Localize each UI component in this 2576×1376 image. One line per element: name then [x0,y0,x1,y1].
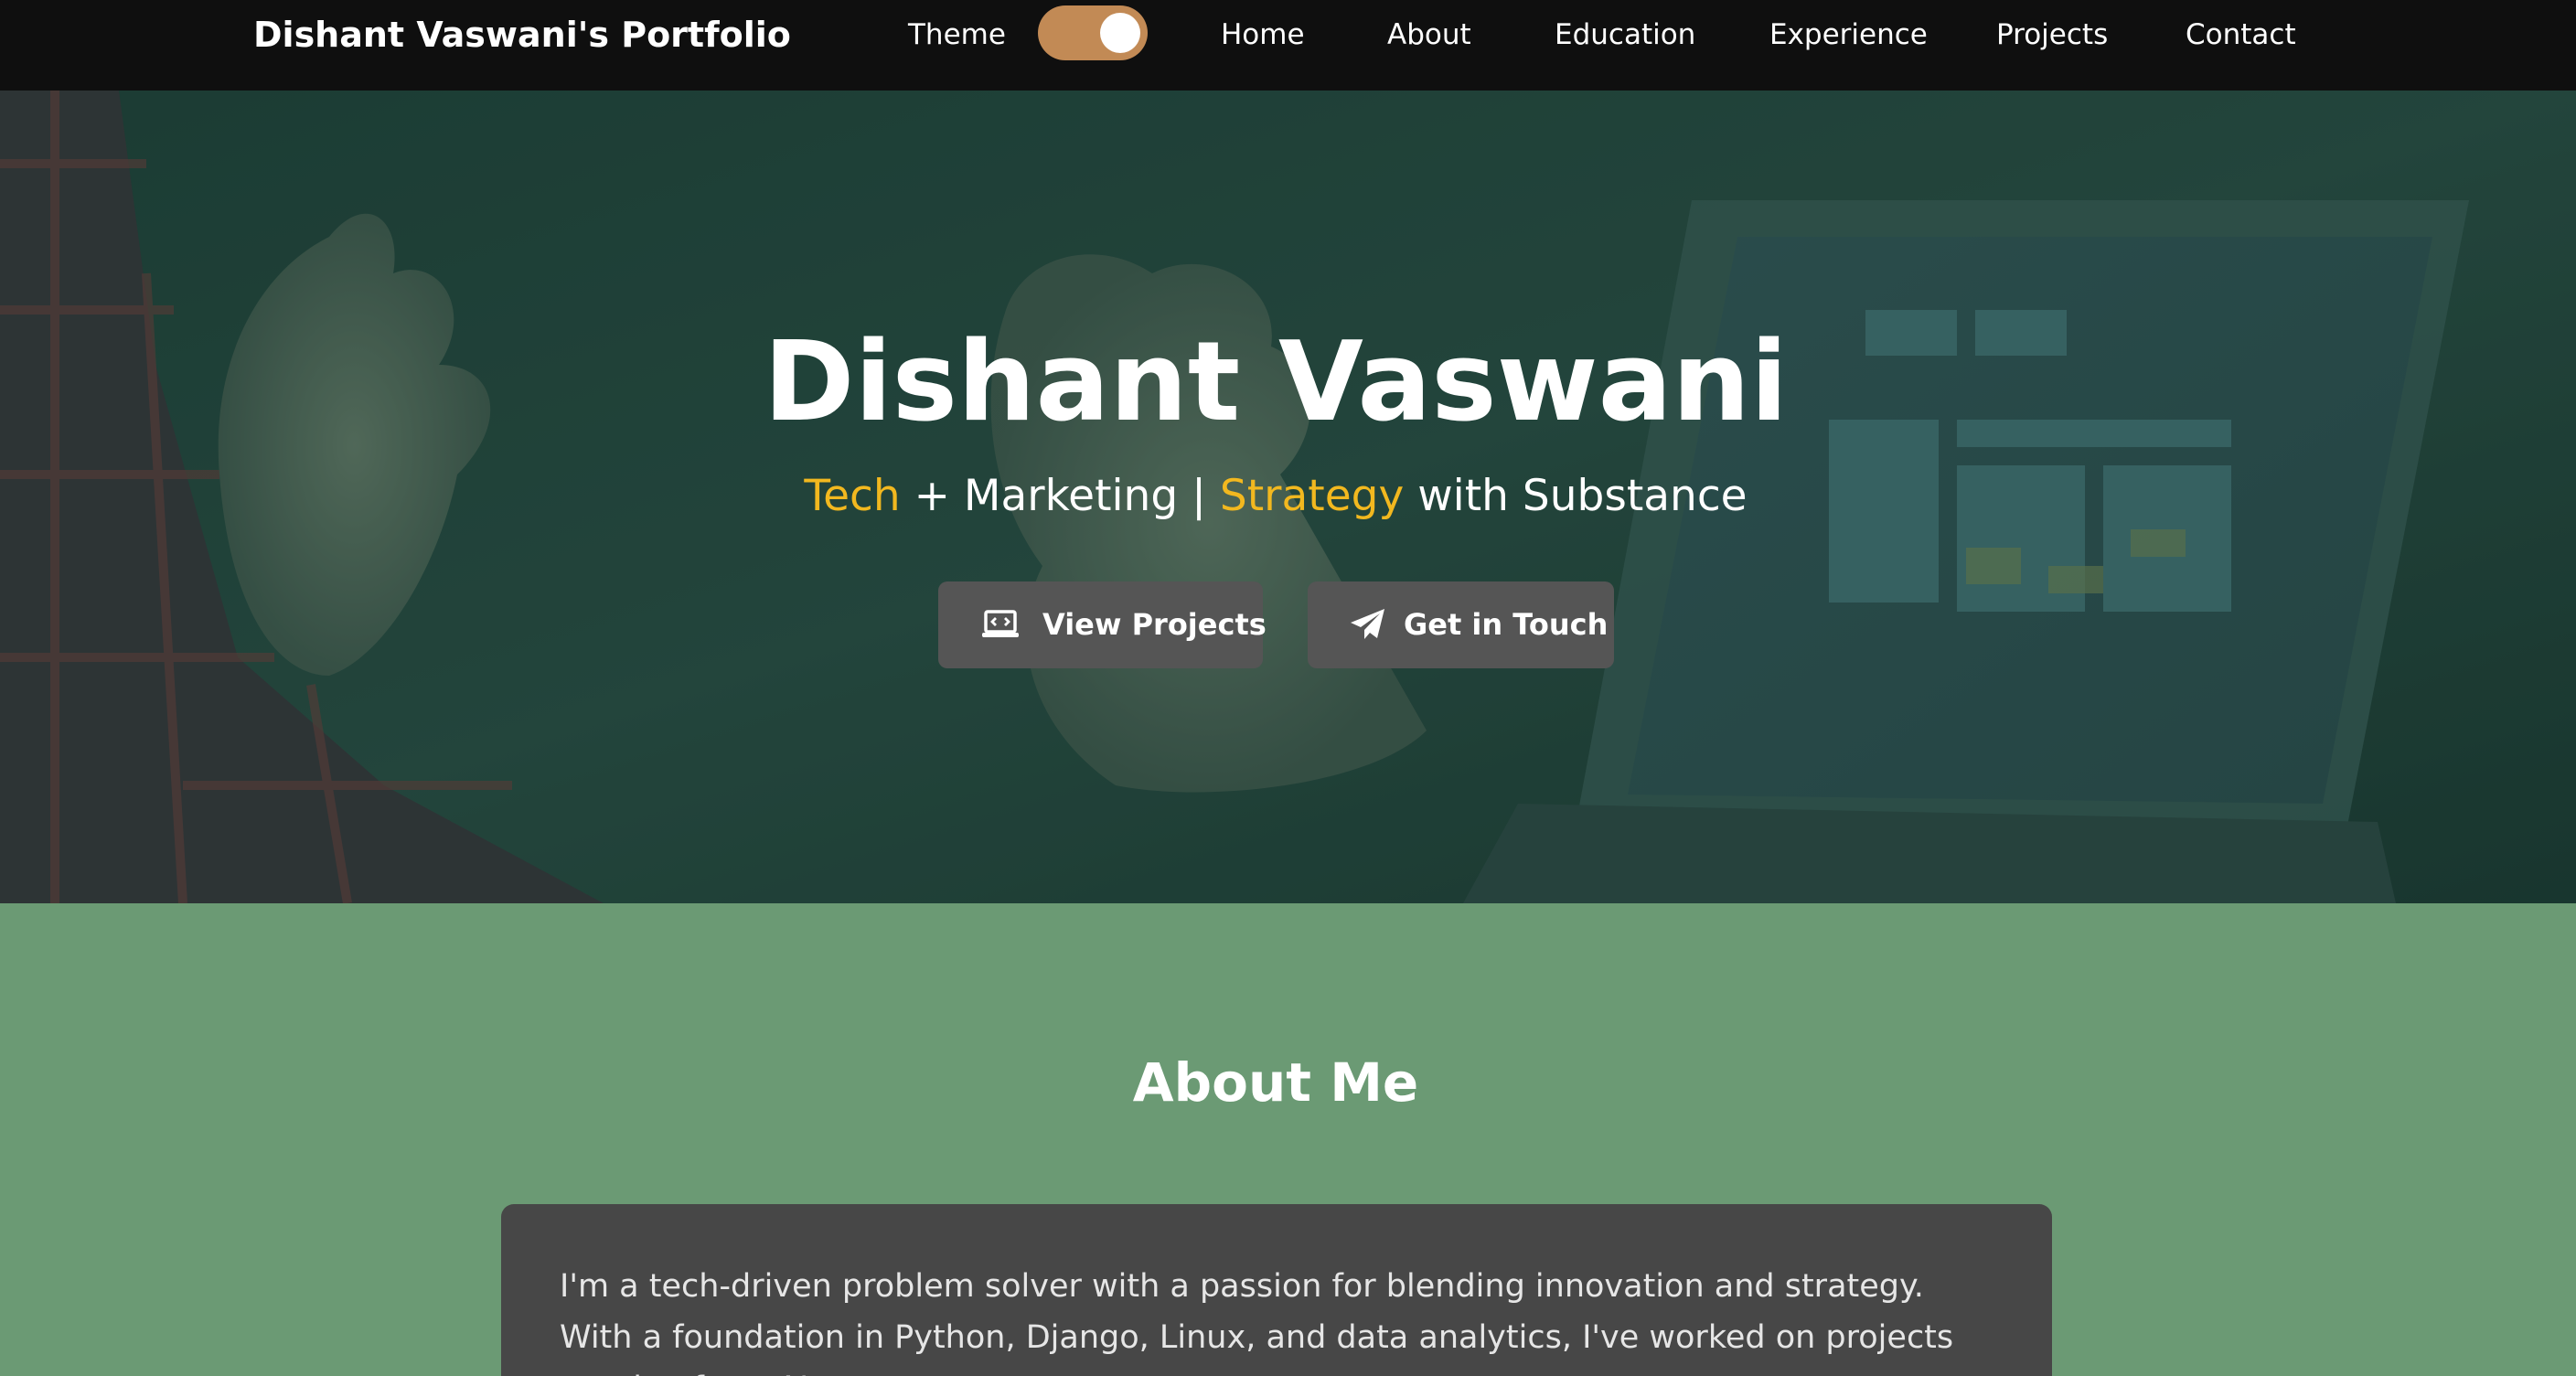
nav-link-contact[interactable]: Contact [2186,15,2296,55]
get-in-touch-button[interactable]: Get in Touch [1308,581,1614,668]
nav-link-projects[interactable]: Projects [1996,15,2108,55]
hero-section: Dishant Vaswani Tech + Marketing | Strat… [0,91,2576,903]
navbar: Dishant Vaswani's Portfolio Theme Home A… [0,0,2576,91]
get-in-touch-label: Get in Touch [1404,607,1609,642]
view-projects-label: View Projects [1042,607,1267,642]
subtitle-text-marketing: + Marketing | [900,471,1220,521]
nav-link-education[interactable]: Education [1555,15,1695,55]
about-card: I'm a tech-driven problem solver with a … [501,1204,2052,1376]
nav-link-home[interactable]: Home [1221,15,1305,55]
nav-link-experience[interactable]: Experience [1769,15,1928,55]
about-heading: About Me [1132,1051,1419,1114]
hero-subtitle: Tech + Marketing | Strategy with Substan… [0,467,2551,526]
nav-link-about[interactable]: About [1387,15,1471,55]
about-section: About Me I'm a tech-driven problem solve… [0,903,2576,1376]
site-brand[interactable]: Dishant Vaswani's Portfolio [253,13,791,57]
subtitle-accent-strategy: Strategy [1219,471,1405,521]
toggle-knob [1100,13,1140,53]
paper-plane-icon [1351,609,1384,639]
laptop-code-icon [982,610,1019,637]
theme-label: Theme [908,18,1006,51]
hero-name: Dishant Vaswani [763,319,1789,446]
subtitle-accent-tech: Tech [804,471,901,521]
subtitle-text-substance: with Substance [1404,471,1748,521]
view-projects-button[interactable]: View Projects [938,581,1267,668]
about-text: I'm a tech-driven problem solver with a … [560,1268,1954,1376]
theme-toggle[interactable] [1038,5,1148,60]
